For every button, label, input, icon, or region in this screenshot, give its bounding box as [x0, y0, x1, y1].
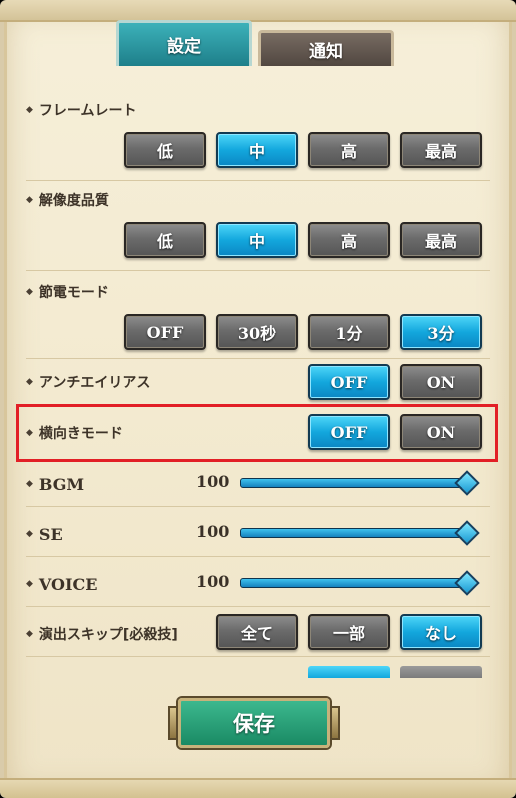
divider [26, 606, 490, 607]
resolution-label: 解像度品質 [38, 193, 109, 209]
scroll-top-edge [0, 0, 516, 22]
diamond-bullet-icon: ◆ [26, 629, 33, 639]
power-save-option-3min[interactable]: 3分 [400, 314, 482, 350]
scroll-bottom-edge [0, 778, 516, 798]
se-row-label: ◆ SE [26, 524, 63, 544]
bgm-value: 100 [196, 472, 230, 491]
power-save-option-off[interactable]: OFF [124, 314, 206, 350]
tab-settings[interactable]: 設定 [116, 20, 252, 66]
resolution-option-low[interactable]: 低 [124, 222, 206, 258]
frame-rate-label: フレームレート [38, 103, 137, 119]
divider [26, 358, 490, 359]
voice-label: VOICE [38, 574, 98, 594]
divider [26, 506, 490, 507]
bgm-row-label: ◆ BGM [26, 474, 84, 494]
diamond-bullet-icon: ◆ [26, 287, 33, 297]
frame-rate-option-mid[interactable]: 中 [216, 132, 298, 168]
antialias-row-label: ◆ アンチエイリアス [26, 372, 150, 392]
antialias-label: アンチエイリアス [38, 375, 151, 391]
diamond-bullet-icon: ◆ [26, 529, 33, 539]
voice-slider-track[interactable] [240, 578, 468, 588]
settings-panel: 設定 通知 ◆ フレームレート 低 中 高 最高 ◆ 解像度品質 低 中 高 最… [0, 0, 516, 798]
power-save-row-label: ◆ 節電モード [26, 282, 109, 302]
frame-rate-option-low[interactable]: 低 [124, 132, 206, 168]
diamond-bullet-icon: ◆ [26, 479, 33, 489]
divider [26, 180, 490, 181]
se-slider-track[interactable] [240, 528, 468, 538]
voice-row-label: ◆ VOICE [26, 574, 97, 594]
effect-skip-row-label: ◆ 演出スキップ[必殺技] [26, 624, 178, 644]
tab-notifications[interactable]: 通知 [258, 30, 394, 66]
diamond-bullet-icon: ◆ [26, 579, 33, 589]
power-save-option-1min[interactable]: 1分 [308, 314, 390, 350]
diamond-bullet-icon: ◆ [26, 195, 33, 205]
resolution-option-mid[interactable]: 中 [216, 222, 298, 258]
antialias-option-on[interactable]: ON [400, 364, 482, 400]
power-save-label: 節電モード [38, 285, 109, 301]
resolution-option-max[interactable]: 最高 [400, 222, 482, 258]
save-button[interactable]: 保存 [178, 698, 330, 748]
next-row-option-partial[interactable] [308, 666, 390, 678]
frame-rate-option-max[interactable]: 最高 [400, 132, 482, 168]
frame-rate-row-label: ◆ フレームレート [26, 100, 137, 120]
effect-skip-option-none[interactable]: なし [400, 614, 482, 650]
highlight-box [16, 404, 498, 462]
effect-skip-label: 演出スキップ[必殺技] [38, 627, 178, 643]
bgm-slider-track[interactable] [240, 478, 468, 488]
frame-rate-option-high[interactable]: 高 [308, 132, 390, 168]
voice-value: 100 [196, 572, 230, 591]
se-value: 100 [196, 522, 230, 541]
power-save-option-30s[interactable]: 30秒 [216, 314, 298, 350]
diamond-bullet-icon: ◆ [26, 105, 33, 115]
resolution-option-high[interactable]: 高 [308, 222, 390, 258]
effect-skip-option-all[interactable]: 全て [216, 614, 298, 650]
resolution-row-label: ◆ 解像度品質 [26, 190, 109, 210]
antialias-option-off[interactable]: OFF [308, 364, 390, 400]
divider [26, 556, 490, 557]
divider [26, 270, 490, 271]
bgm-label: BGM [38, 474, 85, 494]
se-label: SE [38, 524, 63, 544]
effect-skip-option-partial[interactable]: 一部 [308, 614, 390, 650]
divider [26, 656, 490, 657]
next-row-option-partial[interactable] [400, 666, 482, 678]
diamond-bullet-icon: ◆ [26, 377, 33, 387]
